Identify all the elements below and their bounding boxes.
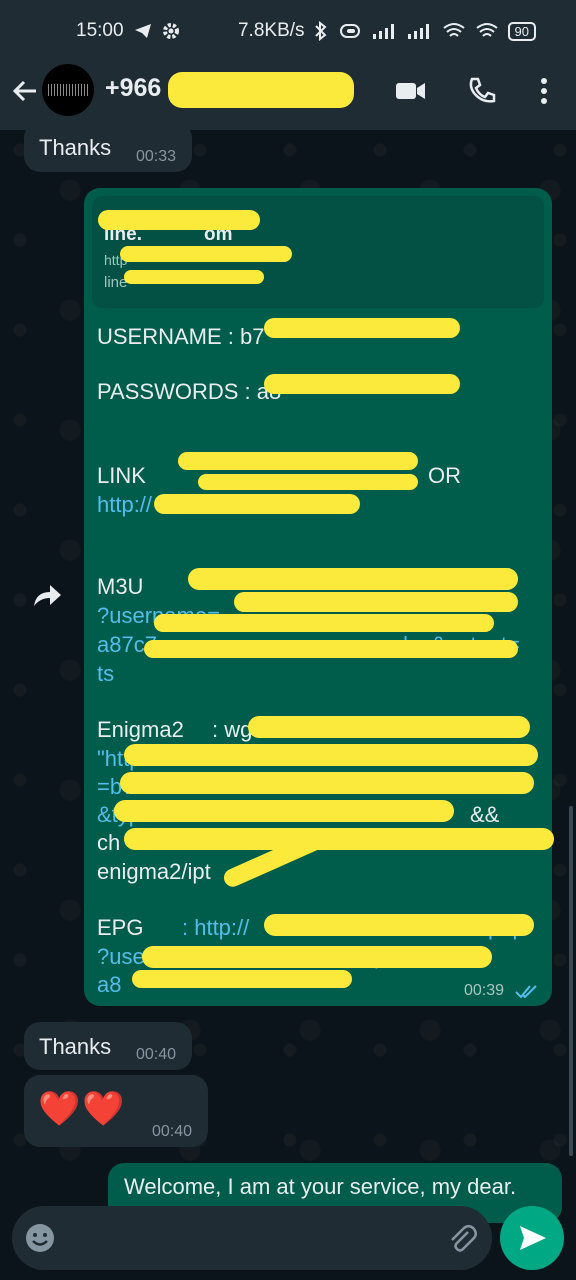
- enigma-line-4-tail: &&: [470, 802, 500, 827]
- telegram-icon: [134, 24, 151, 38]
- signal-icon-2: [407, 24, 429, 39]
- enigma-label: Enigma2: [97, 717, 184, 742]
- scrollbar[interactable]: [569, 806, 573, 1156]
- signal-icon: [372, 24, 394, 39]
- message-input[interactable]: [68, 1220, 432, 1258]
- arrow-left-icon[interactable]: [10, 76, 40, 106]
- username-line: USERNAME : b7: [97, 324, 265, 349]
- redaction-mark: [198, 474, 418, 490]
- redaction-mark: [124, 744, 538, 766]
- send-button[interactable]: [500, 1206, 564, 1270]
- more-vert-icon[interactable]: [527, 76, 561, 106]
- redaction-mark: [264, 374, 460, 394]
- redaction-mark: [154, 614, 494, 632]
- epg-line-3[interactable]: a8: [97, 972, 121, 998]
- gear-icon: [162, 23, 179, 39]
- link-label: LINK: [97, 463, 146, 488]
- status-bar: 15:00 7.8KB/s 90: [0, 0, 576, 62]
- redaction-mark: [188, 568, 518, 590]
- message-thanks-1[interactable]: Thanks 00:33: [24, 122, 192, 172]
- m3u-line-4[interactable]: ts: [97, 661, 114, 687]
- phone-icon[interactable]: [466, 76, 500, 106]
- redaction-mark: [98, 210, 260, 230]
- epg-label: EPG: [97, 915, 144, 940]
- message-time: 00:40: [152, 1123, 193, 1140]
- video-call-icon[interactable]: [394, 76, 428, 106]
- vibrate-icon: [339, 24, 360, 38]
- redaction-mark: [124, 828, 554, 850]
- message-emoji: ❤️❤️: [38, 1090, 127, 1128]
- enigma-line-6: enigma2/ipt: [97, 859, 211, 884]
- status-time: 15:00: [76, 20, 124, 41]
- message-time: 00:33: [136, 148, 177, 165]
- forward-icon[interactable]: [30, 580, 64, 612]
- message-composer[interactable]: [12, 1206, 492, 1270]
- redaction-mark: [154, 494, 360, 514]
- redaction-mark: [264, 914, 534, 936]
- message-credentials[interactable]: line. om http line USERNAME : b7 PASSWOR…: [84, 188, 554, 1006]
- redaction-mark: [120, 772, 534, 794]
- redaction-mark: [142, 946, 492, 968]
- bluetooth-icon: [314, 21, 327, 41]
- message-hearts[interactable]: ❤️❤️ 00:40: [24, 1075, 208, 1147]
- redaction-mark: [178, 452, 418, 470]
- redaction-mark: [132, 970, 352, 988]
- emoji-icon[interactable]: [24, 1222, 56, 1254]
- link-url[interactable]: http://: [97, 492, 152, 518]
- paperclip-icon[interactable]: [446, 1222, 478, 1254]
- message-time: 00:39: [464, 982, 505, 999]
- enigma-line-1: : wg: [212, 717, 253, 742]
- m3u-label: M3U: [97, 574, 144, 599]
- message-thanks-2[interactable]: Thanks 00:40: [24, 1022, 192, 1070]
- send-icon: [520, 1226, 546, 1250]
- link-or: OR: [428, 463, 461, 488]
- redaction-mark: [264, 318, 460, 338]
- redaction-mark: [234, 592, 518, 612]
- redaction-mark: [248, 716, 530, 738]
- avatar[interactable]: [42, 64, 94, 116]
- redaction-mark: [120, 246, 292, 262]
- message-text: Thanks: [39, 135, 112, 160]
- wifi-icon: [442, 23, 465, 37]
- redaction-mark: [114, 800, 454, 822]
- wifi-icon-2: [475, 23, 498, 37]
- redaction-mark: [168, 72, 354, 108]
- message-text: Thanks: [39, 1034, 112, 1059]
- passwords-line: PASSWORDS : a8: [97, 379, 282, 404]
- epg-line-1[interactable]: : http://: [182, 915, 249, 941]
- status-right: 7.8KB/s 90: [238, 20, 536, 42]
- epg-line-2[interactable]: ?use: [97, 944, 145, 970]
- battery-indicator: 90: [507, 21, 536, 41]
- double-check-icon: [515, 985, 537, 999]
- redaction-mark: [144, 640, 518, 658]
- message-time: 00:40: [136, 1046, 177, 1063]
- redaction-mark: [124, 270, 264, 284]
- status-left: 15:00: [76, 20, 180, 42]
- message-text: Welcome, I am at your service, my dear.: [124, 1174, 517, 1199]
- enigma-line-5: ch: [97, 830, 121, 855]
- network-speed: 7.8KB/s: [237, 20, 305, 41]
- chat-header: +966 5: [0, 62, 576, 130]
